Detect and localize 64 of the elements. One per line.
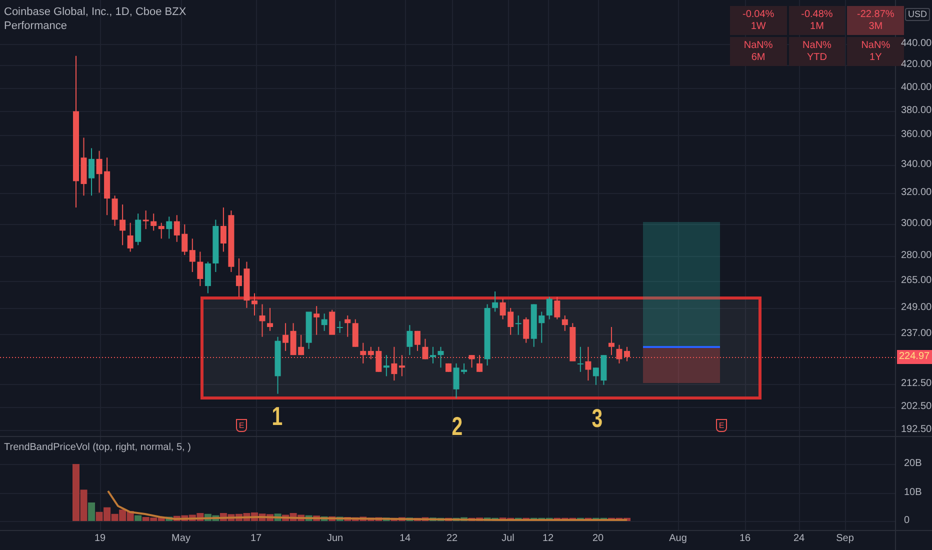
annotation-number: 3 [592, 404, 603, 432]
annotation-number: 1 [272, 402, 283, 430]
date-label: Sep [836, 533, 854, 545]
price-label: 440.00 [901, 38, 932, 50]
date-label: 12 [542, 533, 554, 545]
date-label: Jun [326, 533, 344, 545]
price-label: 320.00 [901, 187, 932, 199]
earnings-marker[interactable]: E [236, 419, 247, 432]
date-label: 24 [793, 533, 805, 545]
performance-period: 1Y [870, 52, 882, 64]
currency-label: USD [905, 8, 930, 21]
performance-value: -22.87% [857, 8, 894, 20]
current-price-label: 224.97 [897, 350, 932, 364]
date-label: 16 [739, 533, 751, 545]
candlestick [446, 362, 452, 372]
volume-label: 10B [904, 487, 922, 499]
price-label: 360.00 [901, 129, 932, 141]
performance-period: 3M [868, 20, 883, 32]
date-label: 22 [446, 533, 458, 545]
price-label: 249.00 [901, 302, 932, 314]
date-label: 19 [94, 533, 106, 545]
performance-period: 1W [750, 20, 766, 32]
candlestick [616, 344, 622, 364]
price-label: 212.50 [901, 378, 932, 390]
candlestick [80, 137, 87, 196]
earnings-marker[interactable]: E [716, 419, 727, 432]
candlestick [624, 346, 630, 362]
performance-value: -0.04% [742, 8, 774, 20]
performance-value: NaN% [861, 40, 890, 52]
annotation-number: 2 [452, 412, 463, 440]
price-label: 340.00 [901, 159, 932, 171]
date-label: Jul [502, 533, 514, 545]
performance-period: 6M [751, 52, 766, 64]
price-label: 300.00 [901, 218, 932, 230]
candlestick [438, 346, 444, 368]
price-label: 280.00 [901, 250, 932, 262]
price-label: 237.00 [901, 328, 932, 340]
price-label: 380.00 [901, 105, 932, 117]
performance-value: NaN% [744, 40, 773, 52]
date-label: May [172, 533, 190, 545]
date-label: 17 [250, 533, 262, 545]
price-label: 265.00 [901, 275, 932, 287]
indicator-title: TrendBandPriceVol (top, right, normal, 5, ) [4, 442, 191, 454]
candlestick [259, 304, 266, 338]
performance-value: NaN% [802, 40, 832, 52]
performance-value: -0.48% [801, 8, 833, 20]
date-label: Aug [669, 533, 687, 545]
performance-period: YTD [806, 52, 827, 64]
candlestick [267, 307, 274, 332]
price-label: 192.50 [901, 424, 932, 436]
price-label: 202.50 [901, 401, 932, 413]
volume-label: 0 [904, 515, 910, 527]
candlestick [244, 261, 250, 308]
price-label: 420.00 [901, 59, 932, 71]
chart-title: Coinbase Global, Inc., 1D, Cboe BZX [4, 5, 186, 19]
date-label: 20 [592, 533, 604, 545]
date-label: 14 [399, 533, 411, 545]
indicator-label: Performance [4, 19, 67, 33]
price-label: 400.00 [901, 82, 932, 94]
candlestick [274, 336, 281, 394]
candlestick [453, 362, 460, 399]
candlestick [252, 292, 258, 316]
performance-period: 1M [810, 20, 824, 32]
volume-label: 20B [904, 458, 922, 470]
